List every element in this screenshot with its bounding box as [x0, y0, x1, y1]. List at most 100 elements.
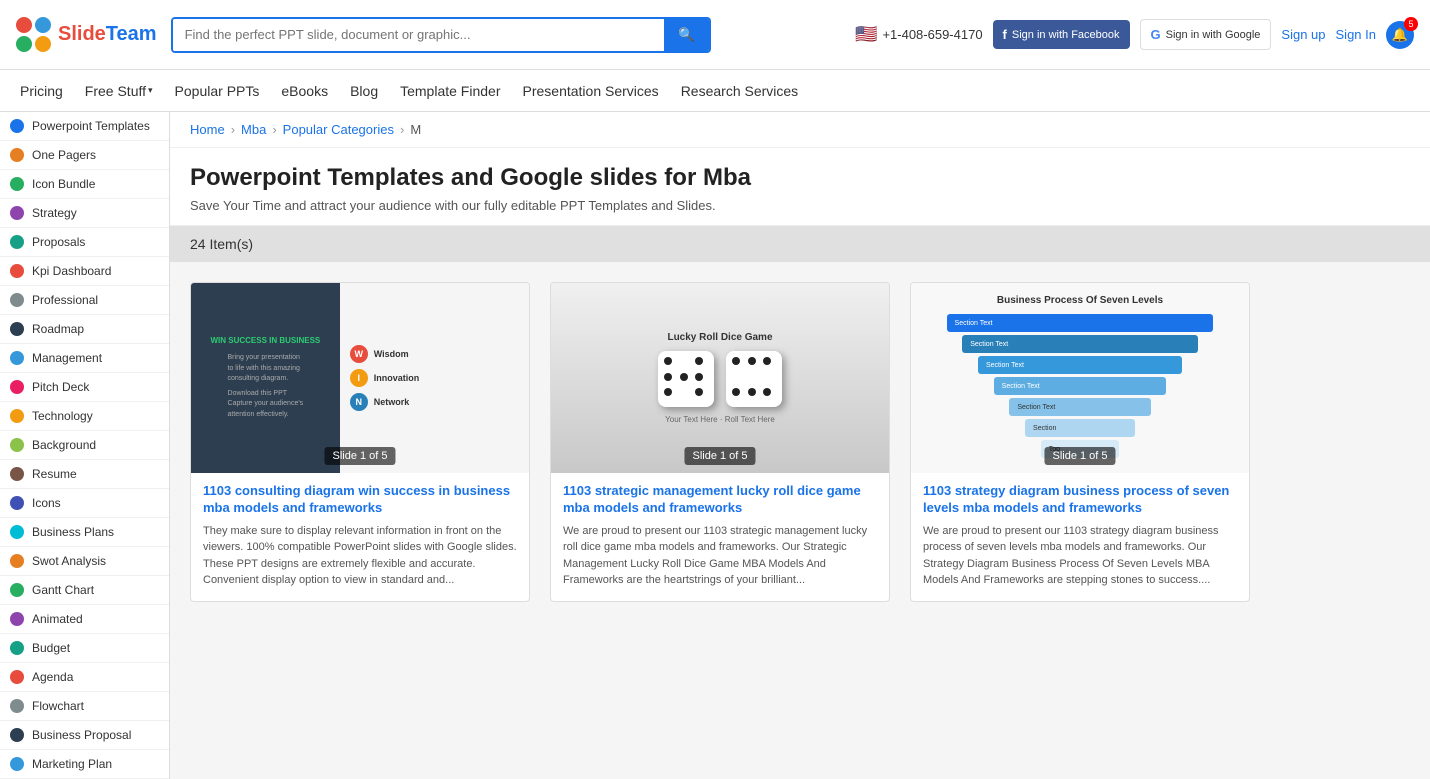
search-bar: 🔍 [171, 17, 711, 53]
sidebar-item-icon-bundle[interactable]: Icon Bundle [0, 170, 169, 199]
product-card-3[interactable]: Business Process Of Seven Levels Section… [910, 282, 1250, 602]
sidebar-item-marketing-plan[interactable]: Marketing Plan [0, 750, 169, 779]
slide-badge-3: Slide 1 of 5 [1044, 447, 1115, 465]
technology-icon [10, 409, 24, 423]
marketing-plan-icon [10, 757, 24, 771]
breadcrumb-sep-3: › [400, 122, 404, 137]
powerpoint-icon [10, 119, 24, 133]
product-desc-2: We are proud to present our 1103 strateg… [551, 523, 889, 601]
sidebar-item-proposals[interactable]: Proposals [0, 228, 169, 257]
sidebar-item-management[interactable]: Management [0, 344, 169, 373]
product-desc-3: We are proud to present our 1103 strateg… [911, 523, 1249, 601]
product-title-3: 1103 strategy diagram business process o… [911, 473, 1249, 523]
nav-popular-ppts[interactable]: Popular PPTs [175, 83, 260, 99]
sidebar-item-icons[interactable]: Icons [0, 489, 169, 518]
product-thumbnail-3: Business Process Of Seven Levels Section… [911, 283, 1249, 473]
breadcrumb-home[interactable]: Home [190, 122, 225, 137]
sidebar-item-one-pagers[interactable]: One Pagers [0, 141, 169, 170]
icon-bundle-icon [10, 177, 24, 191]
nav-template-finder[interactable]: Template Finder [400, 83, 500, 99]
page-title-section: Powerpoint Templates and Google slides f… [170, 148, 1430, 226]
sidebar-item-animated[interactable]: Animated [0, 605, 169, 634]
nav-free-stuff[interactable]: Free Stuff▾ [85, 83, 153, 99]
breadcrumb-mba[interactable]: Mba [241, 122, 266, 137]
product-title-2: 1103 strategic management lucky roll dic… [551, 473, 889, 523]
sidebar-item-swot-analysis[interactable]: Swot Analysis [0, 547, 169, 576]
main-content: Home › Mba › Popular Categories › M Powe… [170, 112, 1430, 779]
logo[interactable]: SlideTeam [16, 17, 157, 53]
sidebar: Powerpoint Templates One Pagers Icon Bun… [0, 112, 170, 779]
google-signin-button[interactable]: G Sign in with Google [1140, 19, 1272, 50]
sidebar-item-business-plans[interactable]: Business Plans [0, 518, 169, 547]
management-icon [10, 351, 24, 365]
notification-badge: 5 [1404, 17, 1418, 31]
product-card-1[interactable]: WIN SUCCESS IN BUSINESS Bring your prese… [190, 282, 530, 602]
sidebar-item-business-proposal[interactable]: Business Proposal [0, 721, 169, 750]
nav-ebooks[interactable]: eBooks [281, 83, 328, 99]
breadcrumb-sep-2: › [272, 122, 276, 137]
swot-analysis-icon [10, 554, 24, 568]
search-input[interactable] [173, 19, 664, 51]
product-thumbnail-1: WIN SUCCESS IN BUSINESS Bring your prese… [191, 283, 529, 473]
sidebar-item-powerpoint-templates[interactable]: Powerpoint Templates [0, 112, 169, 141]
sidebar-item-resume[interactable]: Resume [0, 460, 169, 489]
proposals-icon [10, 235, 24, 249]
business-proposal-icon [10, 728, 24, 742]
background-icon [10, 438, 24, 452]
pitch-deck-icon [10, 380, 24, 394]
nav-research-services[interactable]: Research Services [681, 83, 799, 99]
page-title: Powerpoint Templates and Google slides f… [190, 164, 1410, 192]
product-thumbnail-2: Lucky Roll Dice Game [551, 283, 889, 473]
sidebar-item-technology[interactable]: Technology [0, 402, 169, 431]
layout: Powerpoint Templates One Pagers Icon Bun… [0, 112, 1430, 779]
product-title-1: 1103 consulting diagram win success in b… [191, 473, 529, 523]
sidebar-item-flowchart[interactable]: Flowchart [0, 692, 169, 721]
product-grid: WIN SUCCESS IN BUSINESS Bring your prese… [170, 262, 1430, 622]
agenda-icon [10, 670, 24, 684]
breadcrumb-sep-1: › [231, 122, 235, 137]
product-image-wrap-3: Business Process Of Seven Levels Section… [911, 283, 1249, 473]
sidebar-item-roadmap[interactable]: Roadmap [0, 315, 169, 344]
nav-bar: Pricing Free Stuff▾ Popular PPTs eBooks … [0, 70, 1430, 112]
header: SlideTeam 🔍 🇺🇸 +1-408-659-4170 f Sign in… [0, 0, 1430, 70]
sidebar-item-budget[interactable]: Budget [0, 634, 169, 663]
breadcrumb-m: M [410, 122, 421, 137]
product-image-wrap-2: Lucky Roll Dice Game [551, 283, 889, 473]
breadcrumb-popular-categories[interactable]: Popular Categories [283, 122, 394, 137]
professional-icon [10, 293, 24, 307]
sidebar-item-professional[interactable]: Professional [0, 286, 169, 315]
flag-phone: 🇺🇸 +1-408-659-4170 [855, 24, 983, 45]
logo-circles [16, 17, 52, 53]
nav-presentation-services[interactable]: Presentation Services [523, 83, 659, 99]
facebook-signin-button[interactable]: f Sign in with Facebook [993, 20, 1130, 49]
sign-up-link[interactable]: Sign up [1281, 27, 1325, 42]
one-pagers-icon [10, 148, 24, 162]
strategy-icon [10, 206, 24, 220]
sidebar-item-gantt-chart[interactable]: Gantt Chart [0, 576, 169, 605]
icons-icon [10, 496, 24, 510]
animated-icon [10, 612, 24, 626]
slide-badge-2: Slide 1 of 5 [684, 447, 755, 465]
product-image-wrap-1: WIN SUCCESS IN BUSINESS Bring your prese… [191, 283, 529, 473]
sidebar-item-background[interactable]: Background [0, 431, 169, 460]
sidebar-item-kpi-dashboard[interactable]: Kpi Dashboard [0, 257, 169, 286]
gantt-chart-icon [10, 583, 24, 597]
facebook-icon: f [1003, 27, 1007, 42]
items-bar: 24 Item(s) [170, 226, 1430, 262]
item-count: 24 Item(s) [190, 236, 253, 252]
product-card-2[interactable]: Lucky Roll Dice Game [550, 282, 890, 602]
product-desc-1: They make sure to display relevant infor… [191, 523, 529, 601]
search-button[interactable]: 🔍 [664, 19, 709, 51]
google-icon: G [1151, 27, 1161, 42]
kpi-dashboard-icon [10, 264, 24, 278]
flowchart-icon [10, 699, 24, 713]
nav-pricing[interactable]: Pricing [20, 83, 63, 99]
notification-bell-button[interactable]: 🔔 5 [1386, 21, 1414, 49]
budget-icon [10, 641, 24, 655]
sidebar-item-strategy[interactable]: Strategy [0, 199, 169, 228]
sidebar-item-pitch-deck[interactable]: Pitch Deck [0, 373, 169, 402]
page-subtitle: Save Your Time and attract your audience… [190, 198, 1410, 213]
us-flag-icon: 🇺🇸 [855, 24, 877, 45]
sign-in-link[interactable]: Sign In [1336, 27, 1376, 42]
nav-blog[interactable]: Blog [350, 83, 378, 99]
